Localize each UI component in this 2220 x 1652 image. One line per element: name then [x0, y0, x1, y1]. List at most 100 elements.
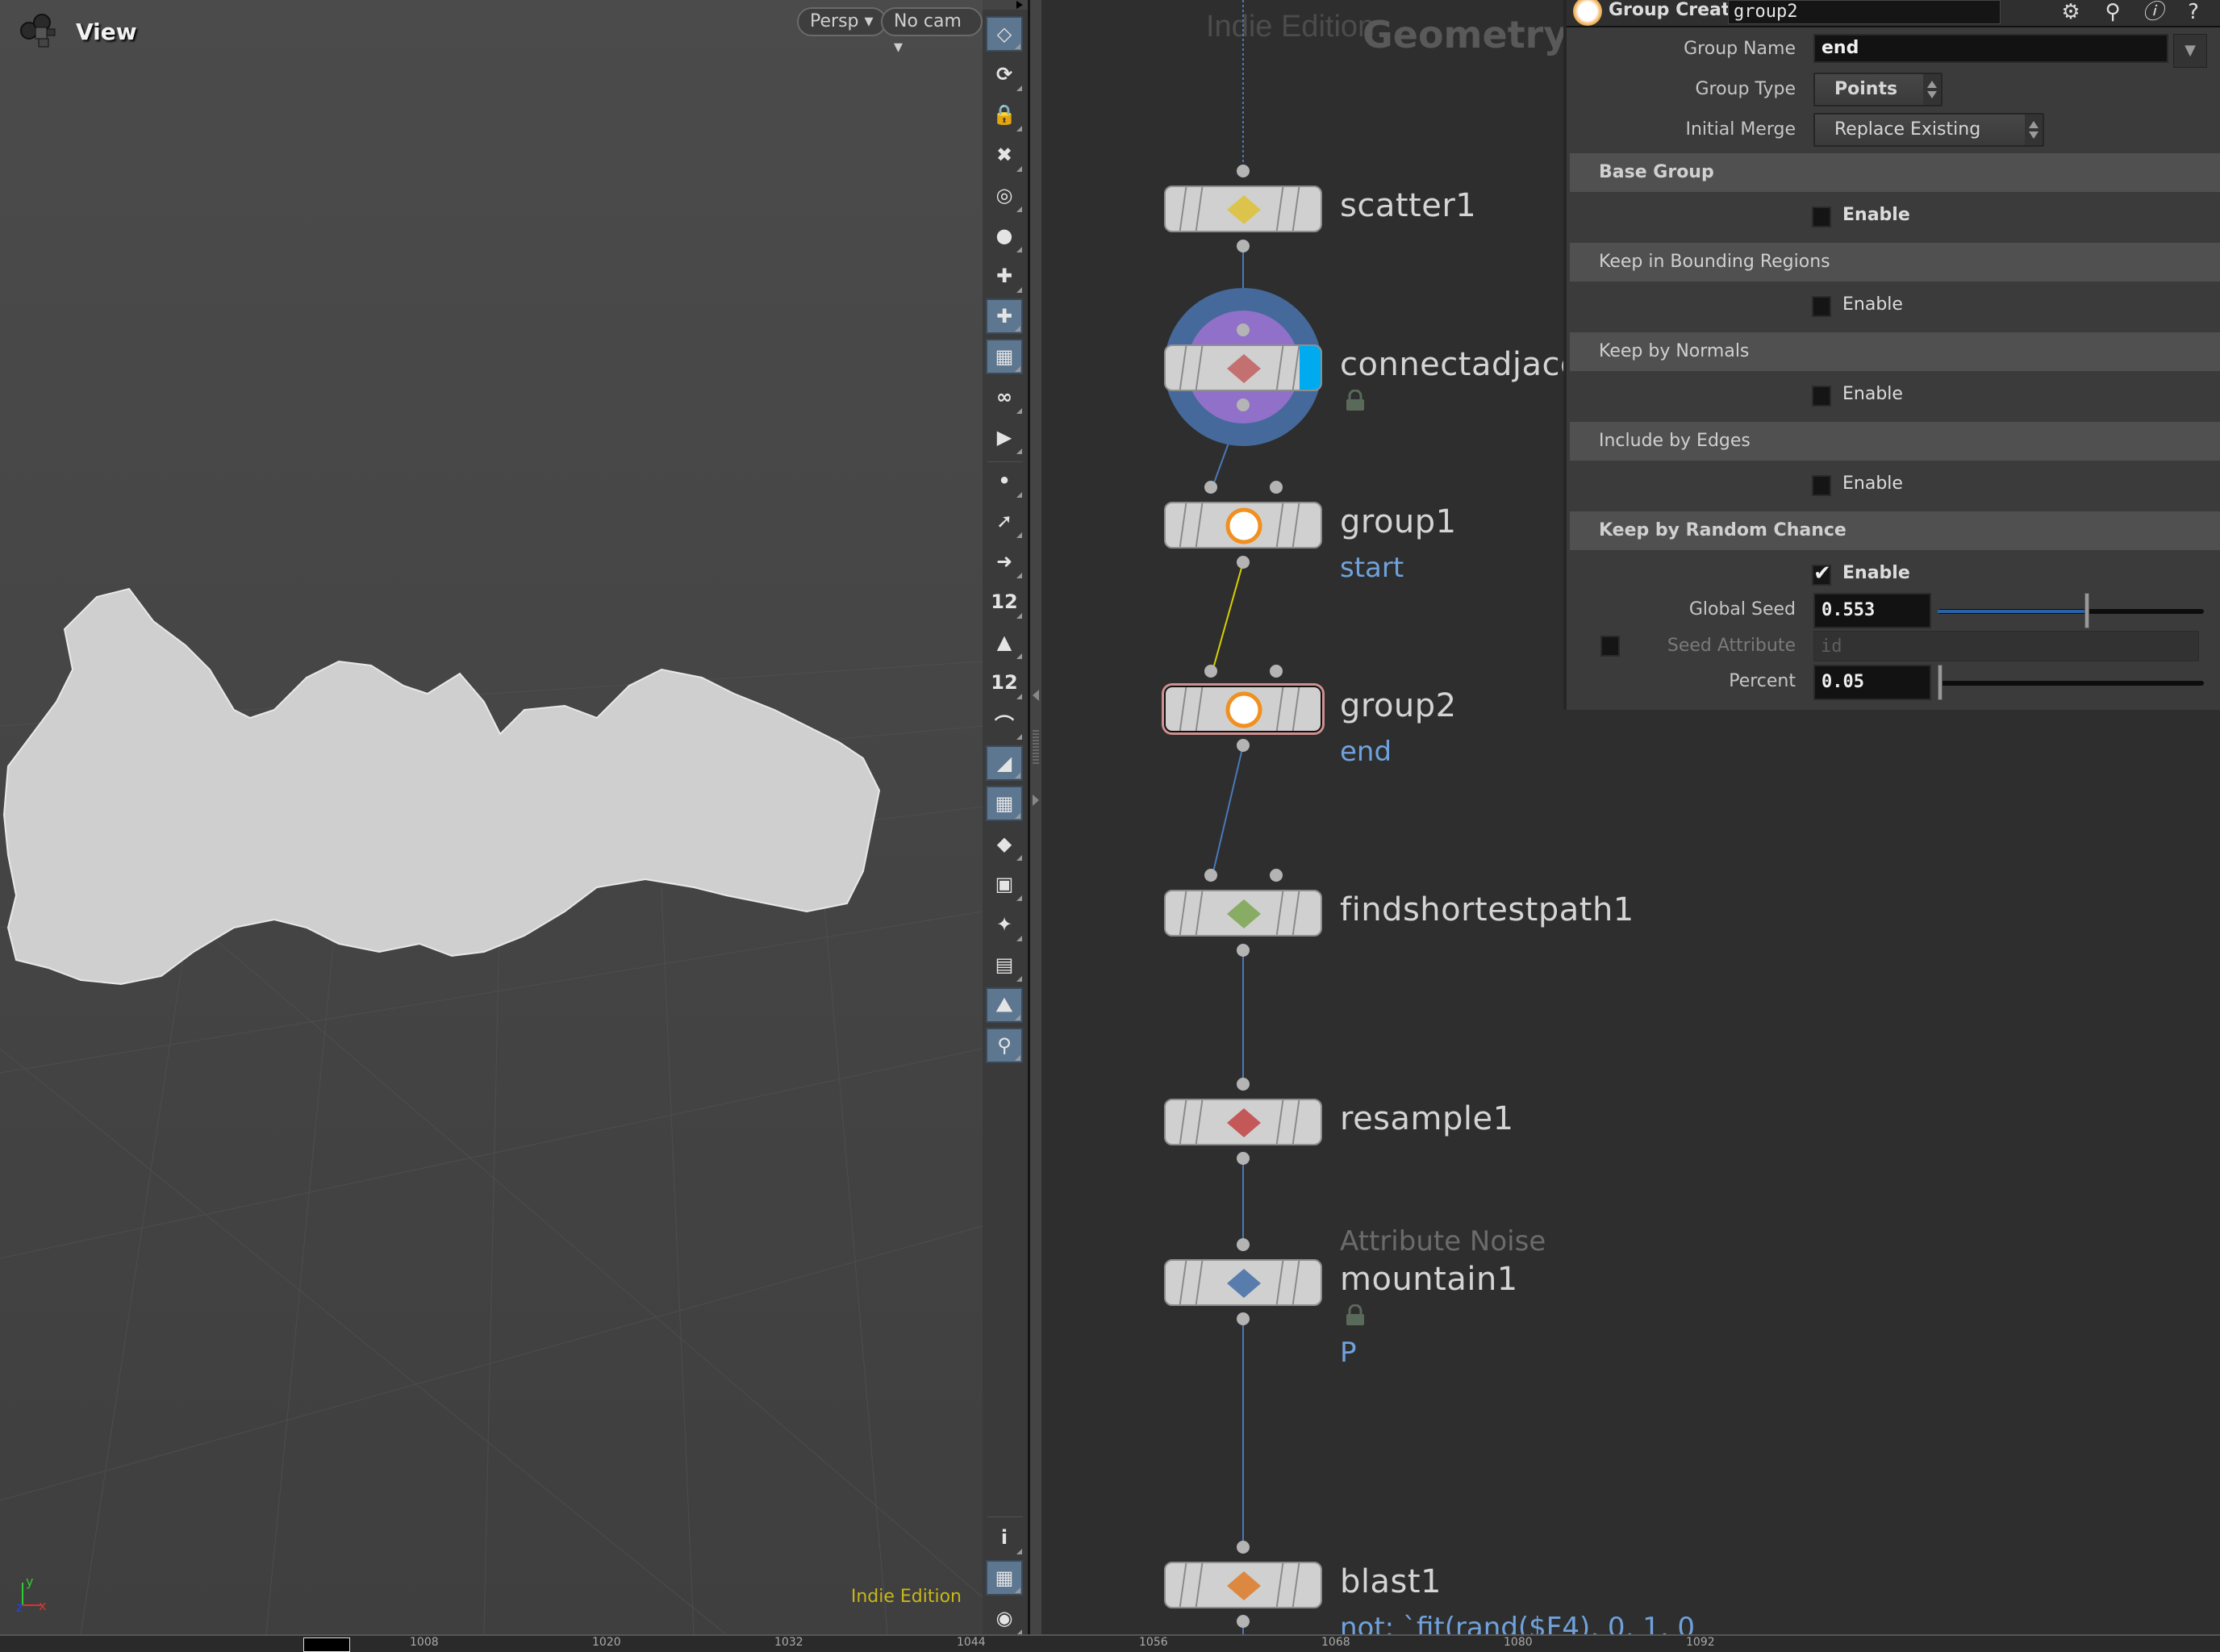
- lock-icon[interactable]: [1345, 1304, 1366, 1327]
- enable-checkbox[interactable]: [1812, 386, 1831, 407]
- timeline-ruler[interactable]: 1008 1020 1032 1044 1056 1068 1080 1092: [0, 1634, 2220, 1652]
- toolbar-button-visibility[interactable]: ◉: [986, 1600, 1023, 1636]
- current-frame-marker[interactable]: [303, 1637, 350, 1652]
- toolbar-button-display-point-velocity[interactable]: ➜: [986, 544, 1023, 579]
- toolbar-expand-arrow[interactable]: [983, 0, 1028, 10]
- global-seed-slider[interactable]: [1938, 593, 2204, 628]
- pane-splitter[interactable]: [1030, 0, 1041, 1634]
- node-name-label[interactable]: resample1: [1340, 1100, 1514, 1137]
- toolbar-button-stereo[interactable]: ∞: [986, 379, 1023, 415]
- toolbar-button-hq-lighting-shadows[interactable]: ✚: [986, 298, 1023, 334]
- seed-attribute-toggle[interactable]: [1600, 636, 1620, 657]
- group-name-input[interactable]: end: [1813, 34, 2168, 63]
- node-group2[interactable]: [1164, 686, 1322, 732]
- node-blast1[interactable]: [1164, 1562, 1322, 1608]
- section-header[interactable]: Include by Edges: [1570, 422, 2220, 461]
- toolbar-button-display-points[interactable]: •: [986, 463, 1023, 499]
- node-name-label[interactable]: mountain1: [1340, 1261, 1518, 1298]
- slider-handle[interactable]: [1938, 665, 1942, 700]
- node-name-label[interactable]: findshortestpath1: [1340, 891, 1634, 928]
- section-header[interactable]: Base Group: [1570, 153, 2220, 192]
- node-findshortestpath1[interactable]: [1164, 890, 1322, 937]
- toolbar-button-stereo-camera[interactable]: ▶: [986, 419, 1023, 455]
- toolbar-button-template-geometry[interactable]: ◆: [986, 826, 1023, 861]
- toolbar-button-viewport-layout[interactable]: ▦: [986, 1560, 1023, 1596]
- toolbar-button-high-quality-lighting[interactable]: ✚: [986, 258, 1023, 294]
- camera-view-menu[interactable]: Persp ▾: [797, 7, 887, 36]
- node-resample1[interactable]: [1164, 1099, 1322, 1145]
- info-icon[interactable]: ⓘ: [2139, 0, 2167, 24]
- enable-checkbox[interactable]: [1812, 561, 1831, 586]
- toolbar-button-markers[interactable]: ⚲: [986, 1028, 1023, 1063]
- percent-input[interactable]: 0.05: [1813, 665, 1931, 700]
- collapse-right-icon[interactable]: [1033, 795, 1039, 806]
- node-name-label[interactable]: connectadjacen: [1340, 346, 1601, 383]
- scatter-icon: [1224, 190, 1264, 229]
- node-name-field[interactable]: group2: [1728, 0, 2001, 24]
- node-name-label[interactable]: scatter1: [1340, 187, 1476, 224]
- section-header[interactable]: Keep in Bounding Regions: [1570, 243, 2220, 282]
- seed-attribute-input[interactable]: id: [1813, 631, 2199, 661]
- search-icon[interactable]: ⚲: [2099, 0, 2126, 24]
- toolbar-button-display-border[interactable]: ▣: [986, 866, 1023, 902]
- percent-slider[interactable]: [1938, 665, 2204, 700]
- gear-icon[interactable]: ⚙: [2057, 0, 2084, 24]
- node-name-label[interactable]: group2: [1340, 687, 1457, 724]
- lock-icon[interactable]: [1345, 389, 1366, 412]
- node-connectadjacen[interactable]: [1164, 344, 1322, 391]
- toolbar-button-background-image[interactable]: ⛰: [986, 987, 1023, 1023]
- collapse-left-icon[interactable]: [1033, 690, 1039, 701]
- node-group1[interactable]: [1164, 502, 1322, 549]
- node-mountain1[interactable]: [1164, 1259, 1322, 1306]
- camera-select-menu[interactable]: No cam ▾: [881, 7, 983, 57]
- group-name-dropdown[interactable]: ▼: [2173, 34, 2207, 68]
- toolbar-button-normal-lighting[interactable]: ●: [986, 218, 1023, 253]
- help-icon[interactable]: ?: [2180, 0, 2207, 24]
- toolbar-button-display-prim-normals[interactable]: ▲: [986, 624, 1023, 660]
- global-seed-input[interactable]: 0.553: [1813, 593, 1931, 628]
- enable-checkbox[interactable]: [1812, 296, 1831, 317]
- toolbar-button-display-prim-numbers[interactable]: 12: [986, 665, 1023, 700]
- input-connector: [1204, 665, 1217, 678]
- toolbar-button-display-handles[interactable]: ✦: [986, 907, 1023, 942]
- section-header[interactable]: Keep by Random Chance: [1570, 511, 2220, 550]
- enable-checkbox[interactable]: [1812, 475, 1831, 496]
- toolbar-button-no-lights[interactable]: ✖: [986, 137, 1023, 173]
- submenu-indicator-icon: [1016, 166, 1022, 172]
- node-stripe: [1291, 1100, 1300, 1144]
- toolbar-button-lock-camera[interactable]: 🔒: [986, 97, 1023, 132]
- submenu-indicator-icon: [1016, 287, 1022, 293]
- toolbar-button-display-hulls[interactable]: ⌒: [986, 705, 1023, 740]
- toolbar-button-display-options[interactable]: ◇: [986, 16, 1023, 52]
- toolbar-button-ghost-other[interactable]: ▤: [986, 947, 1023, 982]
- grid-plane-icon: ◇: [996, 23, 1012, 45]
- node-name-label[interactable]: group1: [1340, 503, 1457, 540]
- display-flag[interactable]: [1300, 346, 1321, 390]
- initial-merge-menu[interactable]: Replace Existing: [1813, 113, 2044, 147]
- section-header[interactable]: Keep by Normals: [1570, 332, 2220, 371]
- submenu-indicator-icon: [1016, 653, 1022, 659]
- toolbar-button-display-point-numbers[interactable]: 12: [986, 584, 1023, 620]
- glasses-camera-icon: ▶: [996, 426, 1012, 448]
- toolbar-button-info[interactable]: i: [986, 1520, 1023, 1555]
- group-type-menu[interactable]: Points: [1813, 73, 1942, 106]
- node-scatter1[interactable]: [1164, 186, 1322, 232]
- slider-handle[interactable]: [2084, 593, 2090, 628]
- terrain-geometry[interactable]: [0, 573, 928, 1024]
- toolbar-button-shading-mode[interactable]: ▦: [986, 339, 1023, 374]
- initial-merge-label: Initial Merge: [1685, 119, 1796, 140]
- enable-checkbox[interactable]: [1812, 206, 1831, 227]
- splitter-grip[interactable]: [1033, 730, 1039, 766]
- group-create-icon[interactable]: [1573, 0, 1602, 26]
- scene-viewport[interactable]: View Persp ▾ No cam ▾ y x z Indie Editio…: [0, 0, 983, 1634]
- toolbar-button-uv-display[interactable]: ▦: [986, 786, 1023, 821]
- submenu-indicator-icon: [1016, 1549, 1022, 1554]
- toolbar-button-backface-highlight[interactable]: ◢: [986, 745, 1023, 781]
- toolbar-button-snapping[interactable]: ⟳: [986, 56, 1023, 92]
- submenu-indicator-icon: [1016, 408, 1022, 414]
- node-comment: start: [1340, 552, 1404, 584]
- node-name-label[interactable]: blast1: [1340, 1563, 1442, 1600]
- input-connector: [1270, 869, 1283, 882]
- toolbar-button-headlight[interactable]: ◎: [986, 177, 1023, 213]
- toolbar-button-display-point-normals[interactable]: ➚: [986, 503, 1023, 539]
